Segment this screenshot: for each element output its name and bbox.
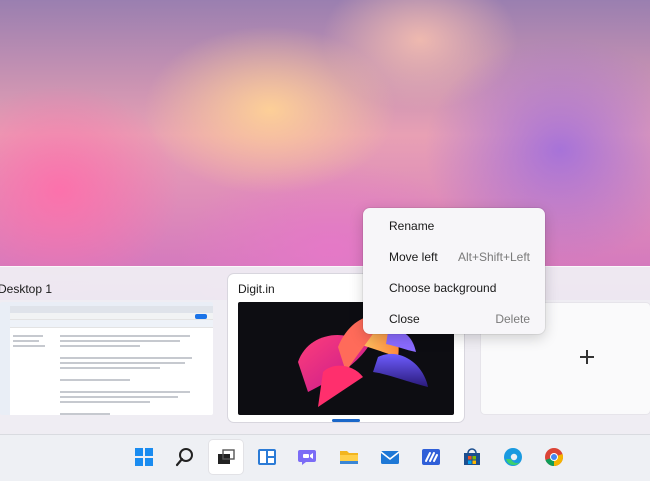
task-view-icon[interactable] bbox=[209, 440, 243, 474]
visual-studio-icon[interactable] bbox=[414, 440, 448, 474]
file-explorer-icon[interactable] bbox=[332, 440, 366, 474]
widgets-icon[interactable] bbox=[250, 440, 284, 474]
desktop-1-preview[interactable] bbox=[0, 302, 213, 415]
windows-start-icon[interactable] bbox=[127, 440, 161, 474]
menu-item-label: Rename bbox=[389, 219, 435, 233]
chrome-browser-icon[interactable] bbox=[537, 440, 571, 474]
desktop-wallpaper bbox=[0, 0, 650, 300]
menu-item-choose-background[interactable]: Choose background bbox=[363, 273, 545, 301]
menu-item-shortcut: Delete bbox=[495, 312, 530, 326]
mail-icon[interactable] bbox=[373, 440, 407, 474]
desktop-label: Digit.in bbox=[238, 282, 275, 296]
active-desktop-indicator bbox=[332, 419, 360, 422]
menu-item-close[interactable]: Close Delete bbox=[363, 304, 545, 332]
document-page-preview bbox=[60, 332, 200, 415]
menu-item-move-left[interactable]: Move left Alt+Shift+Left bbox=[363, 242, 545, 270]
menu-item-shortcut: Alt+Shift+Left bbox=[457, 250, 530, 264]
desktop-context-menu: Rename Move left Alt+Shift+Left Choose b… bbox=[363, 208, 545, 334]
menu-item-label: Close bbox=[389, 312, 420, 326]
document-window-preview bbox=[10, 306, 213, 415]
menu-item-label: Move left bbox=[389, 250, 438, 264]
menu-item-rename[interactable]: Rename bbox=[363, 211, 545, 239]
desktop-label: Desktop 1 bbox=[0, 282, 53, 296]
share-button-preview bbox=[195, 314, 207, 319]
menu-item-label: Choose background bbox=[389, 281, 497, 295]
edge-browser-icon[interactable] bbox=[496, 440, 530, 474]
teams-chat-icon[interactable] bbox=[291, 440, 325, 474]
microsoft-store-icon[interactable] bbox=[455, 440, 489, 474]
plus-icon bbox=[580, 350, 594, 364]
search-icon[interactable] bbox=[168, 440, 202, 474]
